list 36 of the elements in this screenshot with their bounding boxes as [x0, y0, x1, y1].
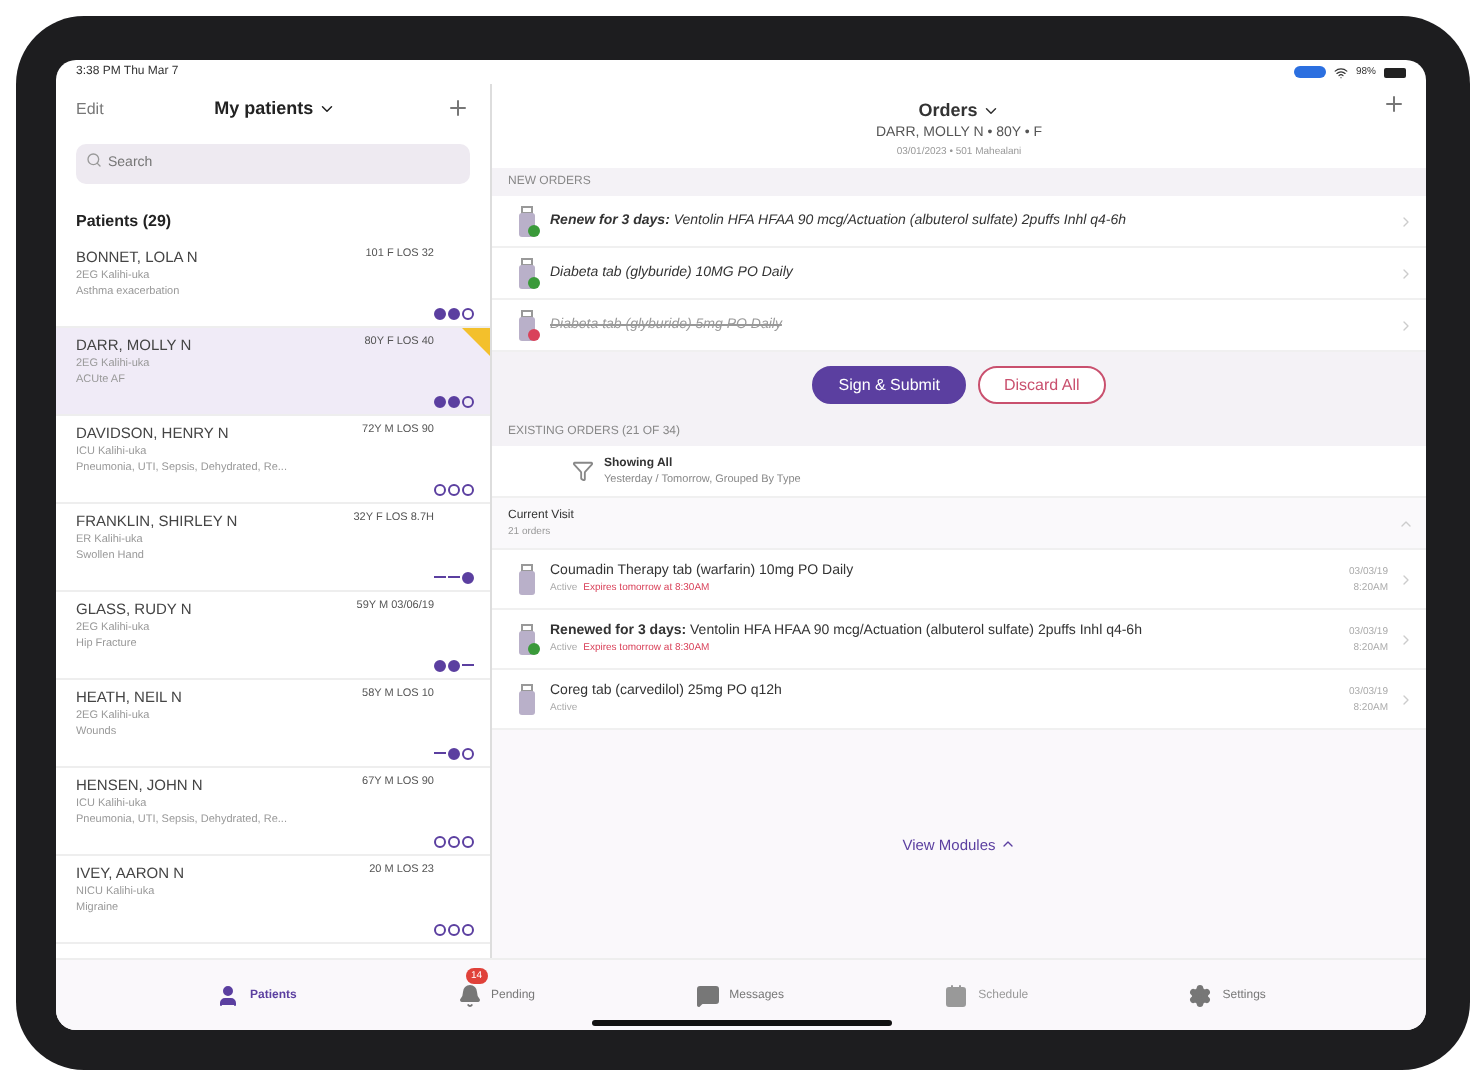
call-indicator-icon: [1293, 66, 1326, 78]
status-indicators-icon: [434, 395, 474, 407]
status-indicators-icon: [434, 659, 474, 671]
status-indicators-icon: [434, 835, 474, 847]
status-indicators-icon: [434, 923, 474, 935]
chevron-up-icon: [999, 836, 1016, 852]
calendar-icon: [944, 983, 969, 1007]
battery-icon: [1384, 67, 1406, 77]
settings-icon: [1188, 983, 1213, 1007]
add-order-button[interactable]: [1382, 92, 1406, 116]
discard-all-button[interactable]: Discard All: [977, 366, 1106, 404]
medication-bottle-icon: [516, 257, 540, 289]
add-button[interactable]: [446, 96, 470, 120]
chevron-icon: [1398, 317, 1414, 333]
medication-bottle-icon: [516, 205, 540, 237]
message-icon: [695, 983, 720, 1007]
chevron-icon: [1398, 213, 1414, 229]
edit-button[interactable]: Edit: [76, 99, 104, 117]
my-patients-dropdown[interactable]: My patients: [214, 98, 336, 118]
sign-submit-button[interactable]: Sign & Submit: [812, 366, 966, 404]
list-title: Patients (29): [76, 211, 172, 229]
medication-bottle-icon: [516, 309, 540, 341]
status-indicators-icon: [434, 571, 474, 583]
chevron-icon: [1398, 265, 1414, 281]
status-indicators-icon: [434, 483, 474, 495]
chevron-icon: [1398, 571, 1414, 587]
wifi-icon: [1333, 65, 1348, 79]
filter-icon: [572, 460, 594, 482]
search-icon: [86, 152, 102, 168]
chevron-icon: [1398, 691, 1414, 707]
status-indicators-icon: [434, 747, 474, 759]
person-icon: [216, 983, 241, 1007]
orders-dropdown[interactable]: Orders: [918, 100, 1000, 120]
chevron-icon: [1398, 631, 1414, 647]
bell-icon: [457, 983, 481, 1007]
status-indicators-icon: [434, 307, 474, 319]
